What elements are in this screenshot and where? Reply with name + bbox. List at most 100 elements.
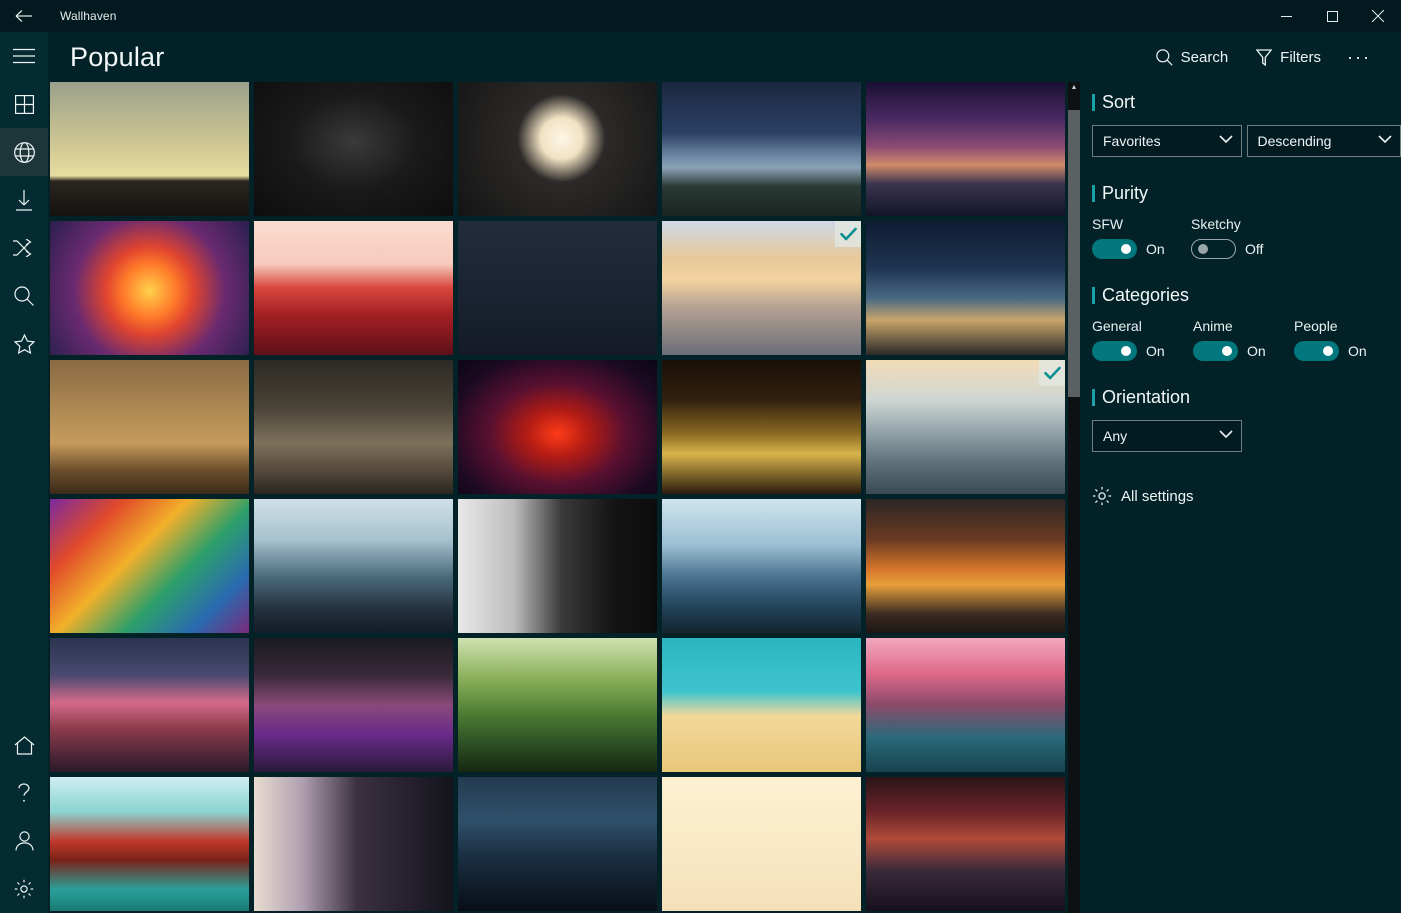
app-title: Wallhaven: [60, 9, 117, 23]
gallery-scroll-area[interactable]: [48, 82, 1080, 913]
sort-order-select[interactable]: Descending: [1246, 125, 1401, 157]
wallpaper-thumbnail[interactable]: [458, 221, 657, 355]
sidebar-item-shuffle[interactable]: [0, 224, 48, 272]
wallpaper-thumbnail[interactable]: [662, 360, 861, 494]
wallpaper-image: [458, 360, 657, 494]
categories-toggle-group: General On Anime On People On: [1092, 318, 1401, 361]
purity-section-header: Purity: [1092, 183, 1401, 204]
toggle-switch-people[interactable]: [1294, 341, 1339, 361]
wallpaper-thumbnail[interactable]: [458, 638, 657, 772]
back-button[interactable]: [0, 0, 48, 32]
toggle-row: Off: [1191, 239, 1290, 259]
wallpaper-image: [662, 221, 861, 355]
sidebar-item-grid[interactable]: [0, 80, 48, 128]
wallpaper-thumbnail[interactable]: [662, 499, 861, 633]
scroll-up-arrow-icon[interactable]: ▲: [1068, 82, 1080, 94]
toggle-switch-sfw[interactable]: [1092, 239, 1137, 259]
hamburger-menu-button[interactable]: [0, 32, 48, 80]
sort-field-select[interactable]: Favorites: [1092, 125, 1242, 157]
search-icon: [14, 286, 34, 306]
toggle-label-anime: Anime: [1193, 318, 1233, 334]
scrollbar-thumb[interactable]: [1068, 110, 1080, 397]
toggle-state-anime: On: [1247, 343, 1266, 359]
wallpaper-thumbnail[interactable]: [662, 638, 861, 772]
wallpaper-thumbnail[interactable]: [50, 82, 249, 216]
all-settings-label: All settings: [1121, 487, 1194, 505]
wallpaper-thumbnail[interactable]: [866, 638, 1065, 772]
toggle-knob: [1222, 346, 1232, 356]
wallpaper-image: [254, 638, 453, 772]
wallpaper-thumbnail[interactable]: [662, 82, 861, 216]
sidebar-item-help[interactable]: [0, 769, 48, 817]
wallpaper-thumbnail[interactable]: [254, 82, 453, 216]
wallpaper-thumbnail[interactable]: [458, 360, 657, 494]
wallpaper-thumbnail[interactable]: [458, 777, 657, 911]
wallpaper-image: [662, 360, 861, 494]
wallpaper-thumbnail[interactable]: [662, 777, 861, 911]
wallpaper-thumbnail[interactable]: [866, 82, 1065, 216]
orientation-value: Any: [1103, 428, 1128, 444]
toggle-switch-general[interactable]: [1092, 341, 1137, 361]
wallpaper-image: [254, 777, 453, 911]
wallpaper-thumbnail[interactable]: [254, 777, 453, 911]
person-icon: [14, 831, 34, 851]
wallpaper-thumbnail[interactable]: [50, 360, 249, 494]
sidebar-item-browse[interactable]: [0, 128, 48, 176]
wallpaper-thumbnail[interactable]: [866, 360, 1065, 494]
sidebar-item-settings[interactable]: [0, 865, 48, 913]
toggle-knob: [1121, 346, 1131, 356]
filters-button[interactable]: Filters: [1242, 43, 1335, 72]
minimize-button[interactable]: [1263, 0, 1309, 32]
wallpaper-image: [866, 221, 1065, 355]
wallpaper-thumbnail[interactable]: [50, 499, 249, 633]
hamburger-menu-icon: [13, 48, 35, 64]
wallpaper-thumbnail[interactable]: [50, 221, 249, 355]
filters-panel: Sort Favorites Descending Purity SFW On …: [1080, 82, 1401, 913]
selected-checkmark-badge[interactable]: [835, 221, 861, 247]
wallpaper-image: [662, 777, 861, 911]
sidebar-item-favorites[interactable]: [0, 320, 48, 368]
orientation-select[interactable]: Any: [1092, 420, 1242, 452]
wallpaper-thumbnail[interactable]: [458, 82, 657, 216]
sidebar-item-downloads[interactable]: [0, 176, 48, 224]
sidebar-item-account[interactable]: [0, 817, 48, 865]
filters-button-label: Filters: [1280, 48, 1322, 66]
sidebar-item-search[interactable]: [0, 272, 48, 320]
wallpaper-image: [254, 82, 453, 216]
grid-icon: [14, 94, 34, 114]
selected-checkmark-badge[interactable]: [1039, 360, 1065, 386]
wallpaper-thumbnail[interactable]: [254, 360, 453, 494]
close-button[interactable]: [1355, 0, 1401, 32]
wallpaper-thumbnail[interactable]: [50, 638, 249, 772]
funnel-icon: [1256, 48, 1273, 66]
wallpaper-thumbnail[interactable]: [50, 777, 249, 911]
section-accent-bar: [1092, 287, 1095, 304]
all-settings-link[interactable]: All settings: [1092, 486, 1401, 506]
toggle-switch-sketchy[interactable]: [1191, 239, 1236, 259]
search-button[interactable]: Search: [1142, 43, 1243, 72]
wallpaper-thumbnail[interactable]: [254, 638, 453, 772]
wallpaper-thumbnail[interactable]: [866, 499, 1065, 633]
download-icon: [15, 189, 33, 211]
wallpaper-thumbnail[interactable]: [254, 221, 453, 355]
wallpaper-thumbnail[interactable]: [866, 221, 1065, 355]
toggle-state-people: On: [1348, 343, 1367, 359]
section-accent-bar: [1092, 94, 1095, 111]
sidebar-item-home[interactable]: [0, 721, 48, 769]
toggle-label-people: People: [1294, 318, 1338, 334]
gallery-scrollbar[interactable]: ▲: [1068, 82, 1080, 913]
toggle-knob: [1198, 244, 1208, 254]
wallpaper-thumbnail[interactable]: [866, 777, 1065, 911]
toggle-cell-sfw: SFW On: [1092, 216, 1191, 259]
categories-section-header: Categories: [1092, 285, 1401, 306]
wallpaper-thumbnail[interactable]: [254, 499, 453, 633]
more-options-button[interactable]: ···: [1335, 46, 1387, 68]
sort-section: Sort Favorites Descending: [1092, 92, 1401, 157]
wallpaper-image: [458, 638, 657, 772]
wallpaper-image: [254, 499, 453, 633]
maximize-button[interactable]: [1309, 0, 1355, 32]
wallpaper-thumbnail[interactable]: [458, 499, 657, 633]
wallpaper-thumbnail[interactable]: [662, 221, 861, 355]
toggle-cell-people: People On: [1294, 318, 1395, 361]
toggle-switch-anime[interactable]: [1193, 341, 1238, 361]
